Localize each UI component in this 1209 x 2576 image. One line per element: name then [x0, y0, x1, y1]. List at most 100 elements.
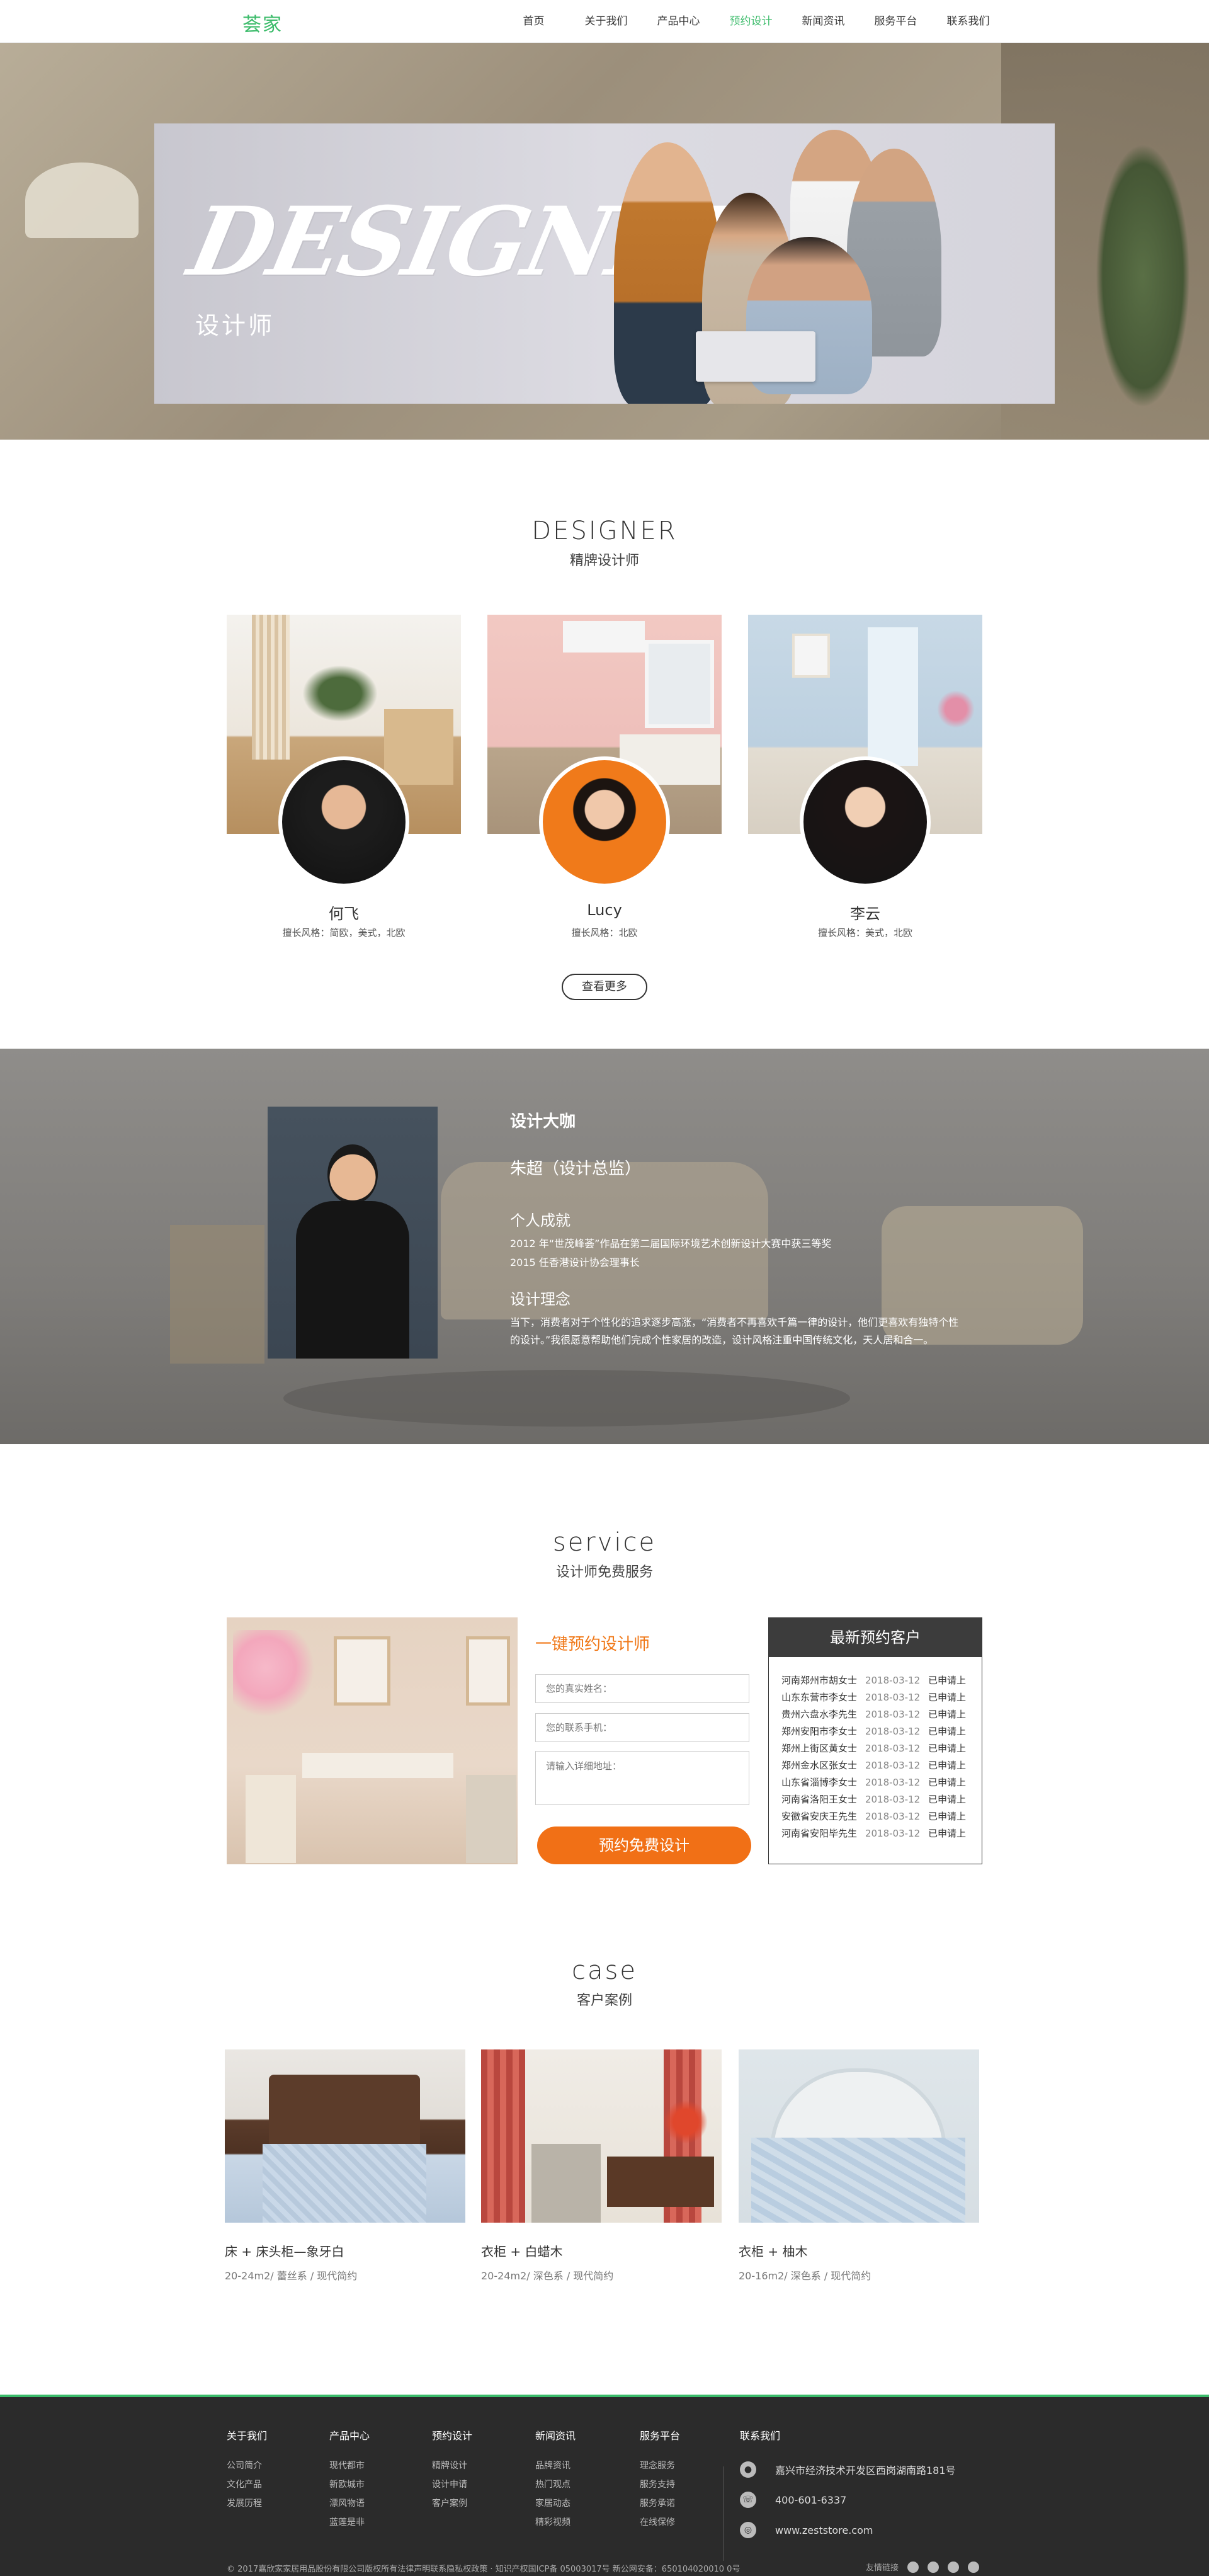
phone-text[interactable]: 400-601-6337 [775, 2494, 846, 2506]
tencent-weibo-icon[interactable] [928, 2561, 939, 2573]
footer-link[interactable]: 设计申请 [432, 2475, 472, 2494]
designer-name: 何飞 [329, 905, 359, 923]
logo[interactable]: 荟家 [242, 9, 283, 37]
nav-item-home[interactable]: 首页 [497, 0, 570, 43]
nav-menu: 首页 关于我们 产品中心 预约设计 新闻资讯 服务平台 联系我们 [497, 0, 1004, 43]
designer-card[interactable]: 何飞 擅长风格：简欧，美式，北欧 [227, 615, 461, 942]
client-name: 郑州金水区张女士 [781, 1760, 858, 1771]
booking-date: 2018-03-12 [865, 1743, 921, 1754]
footer-col-head[interactable]: 服务平台 [640, 2427, 680, 2442]
cases-heading: case 客户案例 [0, 1956, 1209, 2009]
footer-link[interactable]: 新欧城市 [329, 2475, 370, 2494]
footer-link[interactable]: 漂风物语 [329, 2494, 370, 2513]
footer-col-head[interactable]: 关于我们 [227, 2427, 267, 2442]
footer-col-head[interactable]: 新闻资讯 [535, 2427, 576, 2442]
copyright-text: © 2017嘉欣家家居用品股份有限公司版权所有法律声明联系隐私权政策 · 知识产… [227, 2565, 741, 2574]
designer-name: 李云 [850, 905, 880, 923]
address-row: ● 嘉兴市经济技术开发区西岗湖南路181号 [740, 2461, 956, 2478]
footer-link[interactable]: 发展历程 [227, 2494, 267, 2513]
footer-link[interactable]: 品牌资讯 [535, 2456, 576, 2475]
footer-link[interactable]: 客户案例 [432, 2494, 472, 2513]
phone-icon: ☏ [740, 2492, 756, 2508]
book-design-button[interactable]: 预约免费设计 [537, 1827, 751, 1864]
cases-title-cn: 客户案例 [576, 1993, 632, 2009]
case-photo [739, 2049, 979, 2223]
weibo-icon[interactable] [907, 2561, 919, 2573]
list-item: 贵州六盘水李先生 2018-03-12 已申请上 [781, 1706, 982, 1723]
nav-item-service[interactable]: 服务平台 [860, 0, 932, 43]
case-title: 衣柜 + 柚木 [739, 2244, 808, 2259]
name-input[interactable] [535, 1674, 749, 1703]
case-card[interactable]: 床 + 床头柜—象牙白 20-24m2/ 蕾丝系 / 现代简约 [225, 2049, 465, 2282]
list-item: 郑州上街区黄女士 2018-03-12 已申请上 [781, 1740, 982, 1757]
nav-item-products[interactable]: 产品中心 [642, 0, 715, 43]
achievements-title: 个人成就 [510, 1212, 570, 1229]
client-name: 郑州上街区黄女士 [781, 1743, 858, 1754]
share-label: 友情链接 [866, 2563, 899, 2573]
concept-title: 设计理念 [510, 1291, 570, 1308]
address-input[interactable] [535, 1751, 749, 1805]
case-card[interactable]: 衣柜 + 柚木 20-16m2/ 深色系 / 现代简约 [739, 2049, 979, 2282]
footer-contact: 联系我们 ● 嘉兴市经济技术开发区西岗湖南路181号 ☏ 400-601-633… [740, 2427, 956, 2552]
achievement-item: 2015 任香港设计协会理事长 [510, 1257, 640, 1268]
avatar [278, 756, 409, 887]
footer-link[interactable]: 精牌设计 [432, 2456, 472, 2475]
footer-divider [723, 2466, 724, 2561]
designer-card[interactable]: 李云 擅长风格：美式，北欧 [748, 615, 982, 942]
nav-item-contact[interactable]: 联系我们 [932, 0, 1004, 43]
phone-input[interactable] [535, 1713, 749, 1742]
footer-link[interactable]: 现代都市 [329, 2456, 370, 2475]
website-text[interactable]: www.zeststore.com [775, 2524, 873, 2536]
qq-icon[interactable] [968, 2561, 980, 2573]
nav-item-news[interactable]: 新闻资讯 [787, 0, 860, 43]
booking-date: 2018-03-12 [865, 1692, 921, 1703]
footer-link[interactable]: 热门观点 [535, 2475, 576, 2494]
booking-status: 已申请上 [928, 1828, 967, 1839]
footer-link[interactable]: 在线保修 [640, 2513, 680, 2532]
footer-link[interactable]: 公司简介 [227, 2456, 267, 2475]
footer-col-head[interactable]: 产品中心 [329, 2427, 370, 2442]
nav-item-about[interactable]: 关于我们 [570, 0, 642, 43]
laptop-decor [696, 331, 815, 382]
plant-decor [1096, 144, 1190, 408]
list-item: 郑州金水区张女士 2018-03-12 已申请上 [781, 1757, 982, 1774]
footer-col-about: 关于我们 公司简介 文化产品 发展历程 [227, 2427, 267, 2513]
list-item: 郑州安阳市李女士 2018-03-12 已申请上 [781, 1723, 982, 1740]
designers-title-en: DESIGNER [531, 516, 678, 545]
footer-col-head[interactable]: 预约设计 [432, 2427, 472, 2442]
booking-status: 已申请上 [928, 1777, 967, 1788]
case-photo [481, 2049, 722, 2223]
footer: 关于我们 公司简介 文化产品 发展历程 产品中心 现代都市 新欧城市 漂风物语 … [0, 2395, 1209, 2576]
footer-link[interactable]: 理念服务 [640, 2456, 680, 2475]
booking-status: 已申请上 [928, 1760, 967, 1771]
booking-status: 已申请上 [928, 1709, 967, 1720]
list-item: 河南郑州市胡女士 2018-03-12 已申请上 [781, 1672, 982, 1689]
list-item: 河南省洛阳王女士 2018-03-12 已申请上 [781, 1791, 982, 1808]
nav-item-design[interactable]: 预约设计 [715, 0, 787, 43]
booking-form-title: 一键预约设计师 [535, 1635, 650, 1654]
footer-col-products: 产品中心 现代都市 新欧城市 漂风物语 蓝莲是非 [329, 2427, 370, 2532]
designers-section: DESIGNER 精牌设计师 何飞 擅长风格：简欧，美式，北欧 Lucy 擅长风… [0, 440, 1209, 1049]
case-card[interactable]: 衣柜 + 白蜡木 20-24m2/ 深色系 / 现代简约 [481, 2049, 722, 2282]
booking-date: 2018-03-12 [865, 1794, 921, 1805]
phone-row: ☏ 400-601-6337 [740, 2492, 956, 2508]
avatar [800, 756, 931, 887]
booking-date: 2018-03-12 [865, 1777, 921, 1788]
case-meta: 20-24m2/ 蕾丝系 / 现代简约 [225, 2270, 358, 2282]
side-table-decor [170, 1225, 264, 1364]
footer-link[interactable]: 服务支持 [640, 2475, 680, 2494]
footer-link[interactable]: 家居动态 [535, 2494, 576, 2513]
footer-col-design: 预约设计 精牌设计 设计申请 客户案例 [432, 2427, 472, 2513]
footer-col-service: 服务平台 理念服务 服务支持 服务承诺 在线保修 [640, 2427, 680, 2532]
designer-card[interactable]: Lucy 擅长风格：北欧 [487, 615, 722, 942]
footer-link[interactable]: 服务承诺 [640, 2494, 680, 2513]
footer-link[interactable]: 蓝莲是非 [329, 2513, 370, 2532]
footer-link[interactable]: 精彩视频 [535, 2513, 576, 2532]
footer-link[interactable]: 文化产品 [227, 2475, 267, 2494]
rug-decor [283, 1370, 850, 1427]
website-row: ◎ www.zeststore.com [740, 2522, 956, 2538]
booking-status: 已申请上 [928, 1811, 967, 1822]
list-item: 山东东营市李女士 2018-03-12 已申请上 [781, 1689, 982, 1706]
wechat-icon[interactable] [948, 2561, 960, 2573]
view-more-button[interactable]: 查看更多 [562, 974, 647, 1000]
